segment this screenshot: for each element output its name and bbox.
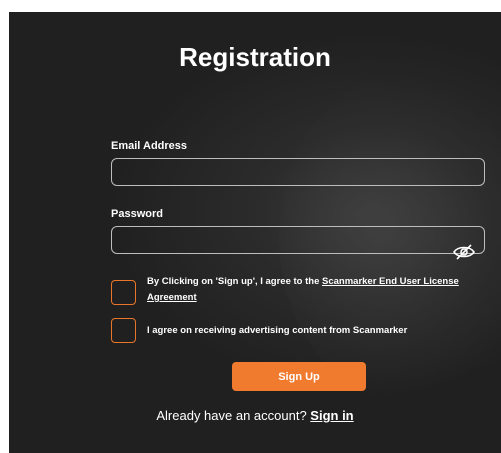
advertising-consent-text: I agree on receiving advertising content…	[147, 325, 408, 336]
page-title: Registration	[179, 42, 331, 72]
email-label: Email Address	[111, 140, 188, 152]
license-agreement-prefix: By Clicking on 'Sign up', I agree to the	[147, 276, 323, 287]
sign-up-button[interactable]: Sign Up	[232, 362, 366, 391]
eye-slash-icon[interactable]	[453, 244, 475, 260]
signin-prompt: Already have an account?	[156, 408, 311, 423]
email-field[interactable]	[111, 158, 485, 186]
signin-prompt-row: Already have an account? Sign in	[9, 408, 501, 423]
license-agreement-text: By Clicking on 'Sign up', I agree to the…	[147, 274, 487, 306]
license-agreement-checkbox[interactable]	[111, 280, 136, 305]
registration-panel: Registration Email Address Password By C…	[9, 12, 501, 453]
password-label: Password	[111, 208, 163, 220]
sign-in-link[interactable]: Sign in	[310, 408, 353, 423]
password-field[interactable]	[111, 226, 485, 254]
advertising-consent-checkbox[interactable]	[111, 318, 136, 343]
